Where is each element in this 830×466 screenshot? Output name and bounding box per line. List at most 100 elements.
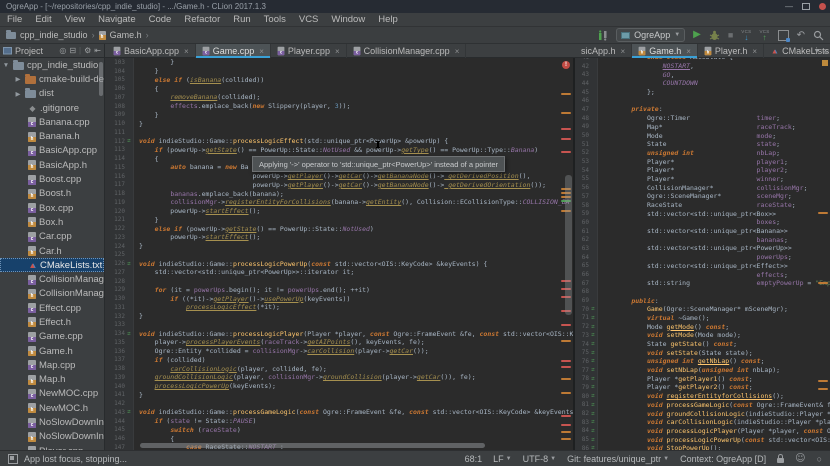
tree-item-basicapp.cpp[interactable]: cBasicApp.cpp bbox=[0, 144, 104, 158]
code-line[interactable]: 117 powerUp->getPlayer()->getCar()->getB… bbox=[105, 181, 573, 190]
code-line[interactable]: 120 powerUp->startEffect(); bbox=[105, 207, 573, 216]
tree-item-dist[interactable]: ▶dist bbox=[0, 87, 104, 101]
close-icon[interactable]: × bbox=[686, 47, 691, 56]
code-line[interactable]: 122 else if (powerUp->getState() == Powe… bbox=[105, 224, 573, 233]
tab-player.cpp[interactable]: cPlayer.cpp× bbox=[271, 44, 347, 58]
code-line[interactable]: 145 switch (raceState) bbox=[105, 426, 573, 435]
code-line[interactable]: 110} bbox=[105, 119, 573, 128]
background-tasks-icon[interactable]: ○ bbox=[817, 454, 822, 464]
code-line[interactable]: 82⇄ void groundCollisionLogic(indieStudi… bbox=[575, 409, 830, 418]
code-line[interactable]: 139 groundCollisionLogic(player, collisi… bbox=[105, 373, 573, 382]
debug-button[interactable] bbox=[709, 30, 720, 41]
tree-item-cmakelists.txt[interactable]: ▲CMakeLists.txt bbox=[0, 258, 104, 272]
code-line[interactable]: 105 else if (isBanana(collided)) bbox=[105, 76, 573, 85]
tree-item-cpp_indie_studio[interactable]: ▼cpp_indie_studio bbox=[0, 58, 104, 72]
code-line[interactable]: 113 if (powerUp->getState() == PowerUp::… bbox=[105, 146, 573, 155]
tab-game.h[interactable]: hGame.h× bbox=[632, 44, 698, 58]
tree-item-newmoc.h[interactable]: hNewMOC.h bbox=[0, 401, 104, 415]
code-line[interactable]: 76⇄ unsigned int getNbLap() const; bbox=[575, 357, 830, 366]
chevron-right-icon[interactable]: ▶ bbox=[14, 75, 22, 83]
tree-item-cmake-build-debug[interactable]: ▶cmake-build-debug bbox=[0, 72, 104, 86]
code-line[interactable]: 128 bbox=[105, 277, 573, 286]
code-line[interactable]: 134⇄void indieStudio::Game::processLogic… bbox=[105, 329, 573, 338]
tree-item-car.cpp[interactable]: cCar.cpp bbox=[0, 230, 104, 244]
code-line[interactable]: 130 if ((*it)->getPlayer()->usePowerUp(k… bbox=[105, 294, 573, 303]
code-line[interactable]: 44 COUNTDOWN bbox=[575, 79, 830, 88]
code-line[interactable]: 55 Player* winner; bbox=[575, 175, 830, 184]
code-line[interactable]: 141} bbox=[105, 391, 573, 400]
close-icon[interactable]: × bbox=[184, 47, 189, 56]
code-line[interactable]: 143⇄void indieStudio::Game::processGameL… bbox=[105, 408, 573, 417]
code-line[interactable]: 49 Map* raceTrack; bbox=[575, 123, 830, 132]
toolwindow-toggle-icon[interactable] bbox=[8, 454, 18, 464]
code-line[interactable]: 71⇄ virtual ~Game(); bbox=[575, 314, 830, 323]
code-line[interactable]: 136 Ogre::Entity *collided = collisionMg… bbox=[105, 347, 573, 356]
code-line[interactable]: 72⇄ Mode getMode() const; bbox=[575, 322, 830, 331]
vcs-commit-button[interactable]: VCS ↑ bbox=[759, 30, 769, 41]
tab-sicapp.h[interactable]: sicApp.h× bbox=[575, 44, 632, 58]
tree-item-box.h[interactable]: hBox.h bbox=[0, 215, 104, 229]
line-ending-select[interactable]: LF▼ bbox=[493, 454, 511, 464]
code-line[interactable]: 106 { bbox=[105, 84, 573, 93]
code-line[interactable]: 133 bbox=[105, 321, 573, 330]
menu-item-help[interactable]: Help bbox=[378, 14, 398, 25]
hide-panel-icon[interactable]: ⇤ bbox=[94, 46, 101, 55]
tree-item-basicapp.h[interactable]: hBasicApp.h bbox=[0, 158, 104, 172]
editor-game-h[interactable]: 41 enum class RaceState {42 NOSTART,43 G… bbox=[575, 58, 830, 450]
code-line[interactable]: 68 bbox=[575, 288, 830, 297]
tree-item-boost.h[interactable]: hBoost.h bbox=[0, 187, 104, 201]
code-line[interactable]: 58 RaceState raceState; bbox=[575, 201, 830, 210]
stop-button[interactable]: ■ bbox=[728, 30, 733, 40]
code-line[interactable]: 79⇄ Player *getPlayer2() const; bbox=[575, 383, 830, 392]
code-line[interactable]: 75⇄ void setState(State state); bbox=[575, 348, 830, 357]
menu-item-code[interactable]: Code bbox=[149, 14, 172, 25]
tree-item-map.cpp[interactable]: cMap.cpp bbox=[0, 358, 104, 372]
horizontal-scrollbar[interactable] bbox=[140, 443, 485, 448]
code-line[interactable]: 121 } bbox=[105, 216, 573, 225]
changes-icon[interactable] bbox=[598, 30, 608, 41]
minimize-button[interactable]: — bbox=[785, 0, 793, 13]
tree-item-.gitignore[interactable]: ◆.gitignore bbox=[0, 101, 104, 115]
tree-item-collisionmanager.cpp[interactable]: cCollisionManager.cpp bbox=[0, 272, 104, 286]
close-icon[interactable]: × bbox=[259, 47, 264, 56]
code-line[interactable]: 104 } bbox=[105, 67, 573, 76]
menu-item-vcs[interactable]: VCS bbox=[299, 14, 319, 25]
code-line[interactable]: 84⇄ void processLogicPlayer(Player *play… bbox=[575, 427, 830, 436]
code-line[interactable]: 78⇄ Player *getPlayer1() const; bbox=[575, 374, 830, 383]
code-line[interactable]: 45 }; bbox=[575, 88, 830, 97]
code-line[interactable]: 132} bbox=[105, 312, 573, 321]
encoding-select[interactable]: UTF-8▼ bbox=[523, 454, 556, 464]
code-line[interactable]: 61 std::vector<std::unique_ptr<Banana>> bbox=[575, 227, 830, 236]
code-line[interactable]: 119 collisionMgr->registerEntityForColli… bbox=[105, 198, 573, 207]
code-line[interactable]: 138 carCollisionLogic(player, collided, … bbox=[105, 364, 573, 373]
code-line[interactable]: 47 private: bbox=[575, 105, 830, 114]
code-line[interactable]: 46 bbox=[575, 96, 830, 105]
tree-item-noslowdowning[interactable]: hNoSlowDownInG bbox=[0, 430, 104, 444]
chevron-down-icon[interactable]: ▼ bbox=[813, 48, 820, 55]
code-line[interactable]: 116 powerUp->getPlayer()->getCar()->getB… bbox=[105, 172, 573, 181]
code-line[interactable]: 50 Mode mode; bbox=[575, 131, 830, 140]
code-line[interactable]: 108 effects.emplace_back(new Slippery(pl… bbox=[105, 102, 573, 111]
collapse-all-icon[interactable]: ⊟ bbox=[69, 46, 76, 55]
tree-item-banana.h[interactable]: hBanana.h bbox=[0, 129, 104, 143]
code-line[interactable]: 129 for (it = powerUps.begin(); it != po… bbox=[105, 286, 573, 295]
locate-file-icon[interactable]: ◎ bbox=[59, 46, 66, 55]
code-line[interactable]: 42 NOSTART, bbox=[575, 62, 830, 71]
menu-item-file[interactable]: File bbox=[7, 14, 22, 25]
close-icon[interactable]: × bbox=[455, 47, 460, 56]
code-line[interactable]: 43 GO, bbox=[575, 70, 830, 79]
code-line[interactable]: 60 boxes; bbox=[575, 218, 830, 227]
code-line[interactable]: 54 Player* player2; bbox=[575, 166, 830, 175]
code-line[interactable]: 64 powerUps; bbox=[575, 253, 830, 262]
tab-game.cpp[interactable]: cGame.cpp× bbox=[196, 44, 271, 58]
code-line[interactable]: 140 processLogicPowerUp(keyEvents); bbox=[105, 382, 573, 391]
close-button[interactable] bbox=[819, 3, 826, 10]
code-line[interactable]: 56 CollisionManager* collisionMgr; bbox=[575, 183, 830, 192]
tree-item-noslowdowning[interactable]: cNoSlowDownInG bbox=[0, 415, 104, 429]
menu-item-edit[interactable]: Edit bbox=[35, 14, 51, 25]
code-line[interactable]: 70⇄ Game(Ogre::SceneManager* mSceneMgr); bbox=[575, 305, 830, 314]
code-line[interactable]: 62 bananas; bbox=[575, 235, 830, 244]
search-icon[interactable] bbox=[813, 30, 824, 41]
caret-position[interactable]: 68:1 bbox=[465, 454, 483, 464]
undo-icon[interactable]: ↶ bbox=[797, 30, 805, 41]
